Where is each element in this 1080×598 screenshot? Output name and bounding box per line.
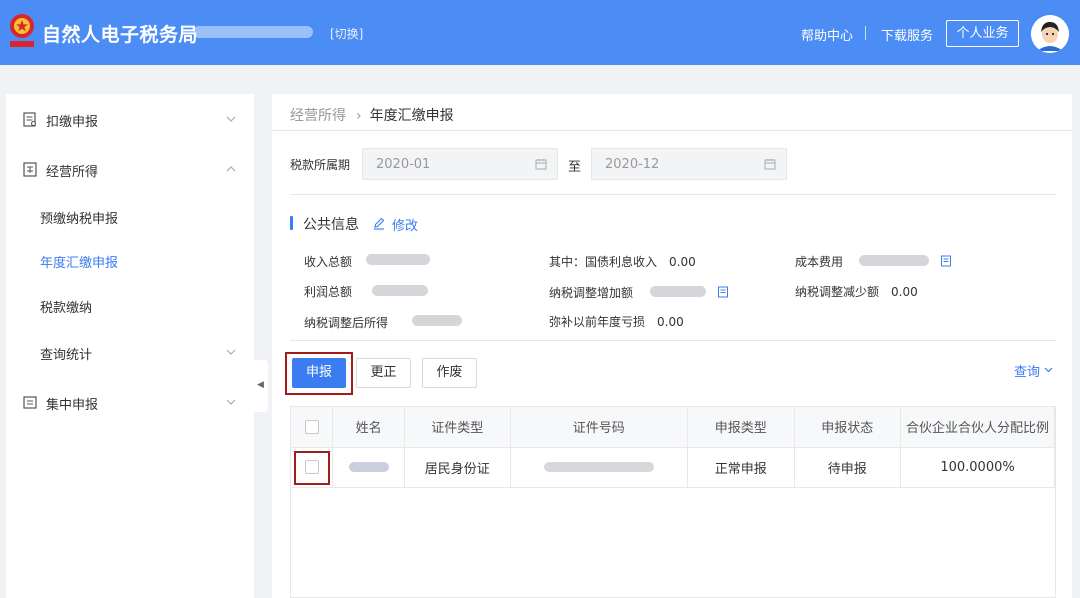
bond-interest-value: 0.00 [669,255,696,269]
period-divider [290,194,1056,195]
section-accent-bar [290,216,293,230]
masked-username [193,26,313,38]
chevron-down-icon [226,116,236,122]
calendar-icon [535,159,547,170]
main-panel: 经营所得 › 年度汇缴申报 税款所属期 2020-01 至 2020-12 公共信息… [272,94,1072,598]
tax-adj-decrease-label: 纳税调整减少额 [795,285,880,299]
sidebar-item-label: 集中申报 [46,398,99,413]
query-toggle-link[interactable]: 查询 [1014,361,1040,380]
breadcrumb-separator-icon: › [356,108,362,124]
prior-loss-field: 弥补以前年度亏损 0.00 [549,313,684,330]
chevron-down-icon[interactable] [1043,364,1054,375]
personal-business-button[interactable]: 个人业务 [946,20,1019,47]
adjusted-income-masked-value [412,315,462,326]
top-header: 自然人电子税务局 [切换] 帮助中心 下载服务 个人业务 [0,0,1080,65]
sidebar-item-centralized-declaration[interactable]: 集中申报 [6,391,254,415]
detail-document-icon[interactable] [940,255,952,267]
sidebar-item-query-statistics[interactable]: 查询统计 [40,344,92,363]
declare-type-cell: 正常申报 [687,447,795,488]
column-header-declare-type: 申报类型 [687,407,795,448]
edit-public-info-link[interactable]: 修改 [392,215,418,234]
breadcrumb-current: 年度汇缴申报 [369,108,454,124]
period-start-input[interactable]: 2020-01 [362,148,558,180]
masked-id-number [543,462,654,472]
sidebar-item-label: 扣缴申报 [46,115,99,130]
document-icon [23,112,36,127]
period-start-value: 2020-01 [376,157,431,172]
select-all-checkbox[interactable] [304,419,319,434]
prior-loss-value: 0.00 [657,315,684,329]
document-icon [23,396,37,409]
total-profit-masked-value [372,285,428,296]
sidebar: 扣缴申报 经营所得 预缴纳税申报 年度汇缴申报 税款缴纳 查询统计 集中申报 [6,94,254,598]
tax-period-label: 税款所属期 [290,158,351,172]
public-info-title: 公共信息 [303,217,359,233]
masked-name [348,462,389,472]
breadcrumb-divider [272,130,1072,131]
period-end-input[interactable]: 2020-12 [591,148,787,180]
bond-interest-label: 其中：国债利息收入 [549,255,658,269]
download-service-link[interactable]: 下载服务 [881,25,933,44]
switch-link[interactable]: [切换] [330,25,363,42]
calendar-icon [764,159,776,170]
correct-button[interactable]: 更正 [356,358,411,388]
adjusted-income-label: 纳税调整后所得 [304,316,389,330]
cost-expense-label: 成本费用 [795,255,844,269]
avatar-icon [1031,15,1069,53]
highlight-row-checkbox [294,451,330,485]
column-header-id-number: 证件号码 [510,407,689,448]
table-row[interactable]: 居民身份证 正常申报 待申报 100.0000% [291,447,1055,488]
declaration-table: 姓名 证件类型 证件号码 申报类型 申报状态 合伙企业合伙人分配比例 居民身份证… [290,406,1056,598]
column-header-id-type: 证件类型 [404,407,511,448]
sidebar-item-business-income[interactable]: 经营所得 [6,158,254,182]
tax-adj-decrease-value: 0.00 [891,285,918,299]
pencil-icon[interactable] [372,216,386,230]
breadcrumb-parent[interactable]: 经营所得 [290,108,346,124]
sidebar-item-label: 经营所得 [46,165,99,180]
header-separator [865,26,866,40]
id-number-cell [510,447,689,488]
column-header-partner-ratio: 合伙企业合伙人分配比例 [900,407,1055,448]
info-divider [290,340,1056,341]
void-button[interactable]: 作废 [422,358,477,388]
tax-adj-decrease-field: 纳税调整减少额 0.00 [795,283,918,300]
partner-ratio-cell: 100.0000% [900,447,1055,488]
chevron-down-icon [226,399,236,405]
caret-left-icon: ◀ [257,380,264,390]
app-title: 自然人电子税务局 [42,24,199,46]
name-cell[interactable] [332,447,405,488]
column-header-declare-status: 申报状态 [794,407,902,448]
breadcrumb: 经营所得 › 年度汇缴申报 [290,105,454,125]
total-income-masked-value [366,254,430,265]
tax-adj-increase-label: 纳税调整增加额 [549,286,634,300]
sidebar-collapse-handle[interactable]: ◀ [254,360,268,412]
sidebar-item-withholding[interactable]: 扣缴申报 [6,108,254,132]
select-all-cell [291,407,334,448]
total-income-label: 收入总额 [304,255,353,269]
help-center-link[interactable]: 帮助中心 [801,25,853,44]
cost-expense-masked-value [859,255,929,266]
tax-bureau-emblem-icon [10,14,34,47]
table-header-row: 姓名 证件类型 证件号码 申报类型 申报状态 合伙企业合伙人分配比例 [291,407,1055,448]
sidebar-item-annual-settlement[interactable]: 年度汇缴申报 [40,252,118,271]
sidebar-item-prepaid-declaration[interactable]: 预缴纳税申报 [40,208,118,227]
user-avatar[interactable] [1031,15,1069,53]
declare-status-cell: 待申报 [794,447,902,488]
detail-document-icon[interactable] [717,286,729,298]
document-icon [23,162,37,177]
chevron-down-icon [226,349,236,355]
sidebar-item-tax-payment[interactable]: 税款缴纳 [40,297,92,316]
period-to-label: 至 [568,160,582,175]
highlight-declare-button [285,352,353,395]
column-header-name: 姓名 [332,407,405,448]
chevron-up-icon [226,166,236,172]
total-profit-label: 利润总额 [304,285,353,299]
bond-interest-field: 其中：国债利息收入 0.00 [549,253,696,270]
tax-adj-increase-masked-value [650,286,706,297]
prior-loss-label: 弥补以前年度亏损 [549,315,646,329]
id-type-cell: 居民身份证 [404,447,511,488]
period-end-value: 2020-12 [605,157,660,172]
